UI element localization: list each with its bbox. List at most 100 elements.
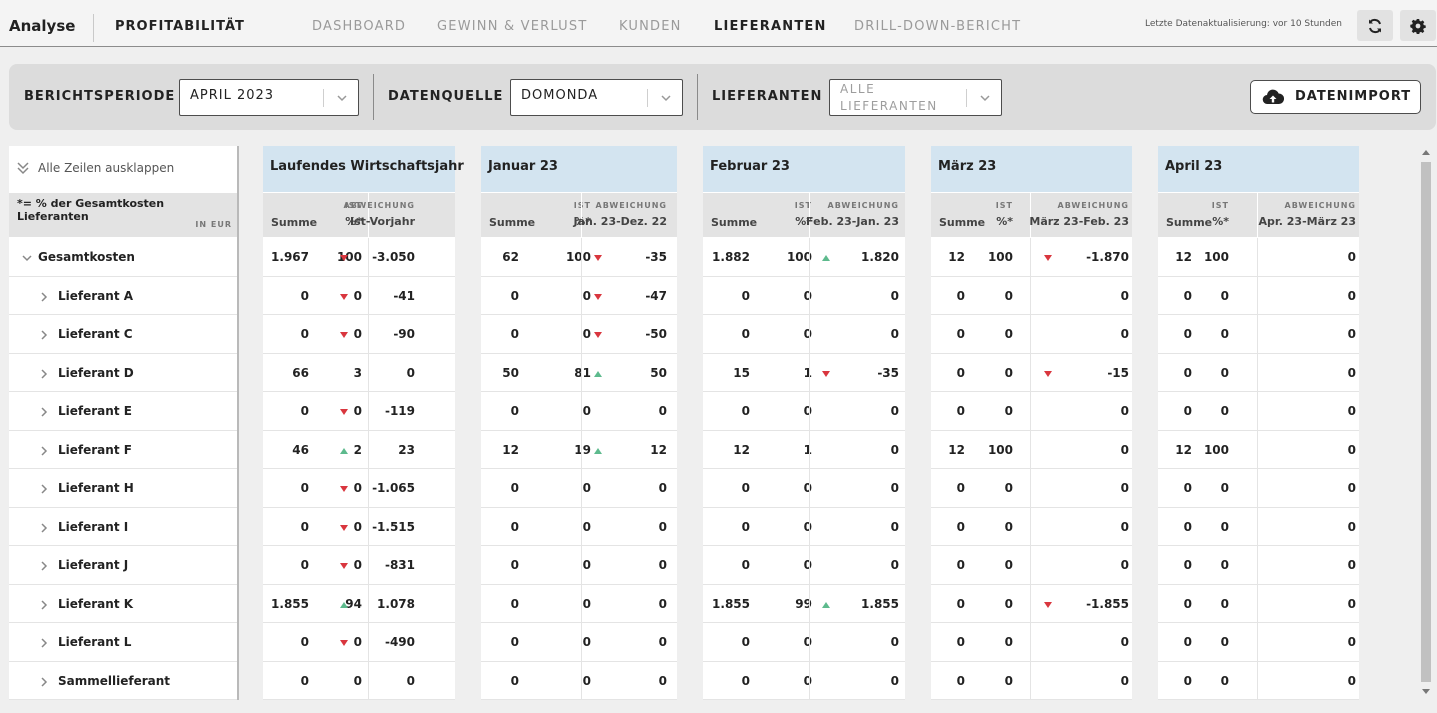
chevron-right-icon	[41, 638, 48, 648]
period-title: Februar 23	[710, 159, 790, 174]
column-divider	[1030, 623, 1031, 661]
row-label-text: Lieferant F	[58, 442, 132, 457]
percent-cell: 0	[1220, 519, 1229, 534]
column-divider	[1030, 392, 1031, 430]
row-label-supplier[interactable]: Lieferant D	[9, 354, 237, 392]
deviation-cell: 0	[658, 673, 667, 688]
deviation-cell: 0	[1347, 404, 1356, 418]
period-header: April 23	[1158, 146, 1359, 193]
deviation-cell: 0	[1120, 673, 1129, 688]
vertical-scrollbar[interactable]	[1418, 146, 1435, 700]
cloud-upload-icon	[1262, 89, 1284, 105]
scroll-up-arrow[interactable]	[1422, 150, 1430, 155]
deviation-cell: 0	[890, 673, 899, 688]
column-divider	[368, 238, 369, 276]
percent-cell: 0	[582, 673, 591, 688]
percent-cell: 0	[1004, 596, 1013, 611]
settings-button[interactable]	[1400, 10, 1436, 41]
deviation-label: ABWEICHUNG	[1057, 201, 1129, 210]
row-label-supplier[interactable]: Lieferant K	[9, 585, 237, 623]
table-row: 0 0 -41	[263, 276, 455, 315]
nav-tab-gewinn-verlust[interactable]: GEWINN & VERLUST	[437, 19, 587, 34]
column-subheader: Summe IST %* ABWEICHUNG Feb. 23-Jan. 23	[703, 193, 905, 237]
percent-cell: 0	[1004, 404, 1013, 418]
column-divider	[581, 469, 582, 507]
row-label-text: Lieferant K	[58, 596, 134, 611]
column-subheader: Summe IST %* ABWEICHUNG Jan. 23-Dez. 22	[481, 193, 677, 237]
sum-cell: 0	[956, 365, 965, 380]
column-divider	[1257, 430, 1258, 469]
sum-cell: 0	[300, 404, 309, 418]
row-label-total[interactable]: Gesamtkosten	[9, 238, 237, 277]
supplier-select[interactable]: ALLE LIEFERANTEN	[829, 79, 1002, 116]
table-row: 0 0 -831	[263, 546, 455, 585]
table-row: 62 100 -35	[481, 238, 677, 277]
trend-down-icon	[822, 370, 830, 377]
source-select[interactable]: DOMONDA	[510, 79, 683, 116]
deviation-period: Apr. 23-März 23	[1258, 215, 1356, 228]
percent-cell: 0	[353, 481, 362, 495]
period-select[interactable]: APRIL 2023	[179, 79, 359, 116]
row-label-supplier[interactable]: Lieferant E	[9, 392, 237, 431]
sum-cell: 0	[1183, 404, 1192, 418]
scroll-thumb[interactable]	[1421, 162, 1431, 682]
percent-cell: 0	[1004, 558, 1013, 572]
app-brand: Analyse	[9, 17, 76, 35]
brand-divider	[93, 14, 94, 42]
deviation-column-header: ABWEICHUNG Feb. 23-Jan. 23	[806, 201, 899, 228]
chevron-right-icon	[41, 330, 48, 340]
row-label-supplier[interactable]: Lieferant I	[9, 508, 237, 546]
trend-down-icon	[340, 486, 348, 492]
column-divider	[368, 661, 369, 700]
row-label-supplier[interactable]: Lieferant C	[9, 315, 237, 354]
scroll-down-arrow[interactable]	[1422, 689, 1430, 694]
period-title: April 23	[1165, 159, 1223, 174]
refresh-button[interactable]	[1357, 10, 1393, 41]
chevron-right-icon	[41, 368, 48, 379]
trend-down-icon	[594, 255, 602, 261]
percent-cell: 1	[803, 442, 812, 457]
nav-tab-kunden[interactable]: KUNDEN	[619, 19, 682, 34]
table-row: 0 0 -1.855	[931, 584, 1132, 623]
nav-tab-dashboard[interactable]: DASHBOARD	[312, 19, 406, 34]
ist-label: IST	[995, 201, 1013, 210]
row-label-supplier[interactable]: Sammellieferant	[9, 662, 237, 700]
percent-cell: 0	[353, 673, 362, 688]
column-divider	[1030, 353, 1031, 392]
column-divider	[809, 392, 810, 430]
percent-cell: 0	[353, 635, 362, 649]
row-label-supplier[interactable]: Lieferant F	[9, 431, 237, 469]
nav-tab-drill-down[interactable]: DRILL-DOWN-BERICHT	[854, 19, 1021, 34]
sum-column-header: Summe	[939, 216, 986, 229]
row-label-supplier[interactable]: Lieferant H	[9, 469, 237, 508]
percent-cell: 0	[353, 558, 362, 572]
sum-cell: 50	[502, 365, 519, 380]
sum-cell: 0	[510, 519, 519, 534]
last-update-text: Letzte Datenaktualisierung: vor 10 Stund…	[1145, 19, 1343, 29]
column-divider	[1257, 276, 1258, 315]
percent-column-header: IST %*	[1199, 201, 1229, 228]
period-label: BERICHTSPERIODE	[24, 89, 176, 104]
nav-tab-lieferanten[interactable]: LIEFERANTEN	[714, 19, 827, 34]
sum-cell: 0	[1183, 327, 1192, 341]
deviation-cell: -35	[645, 250, 667, 264]
row-label-supplier[interactable]: Lieferant J	[9, 546, 237, 585]
expand-all-rows-button[interactable]: Alle Zeilen ausklappen	[9, 146, 237, 193]
sum-cell: 0	[741, 327, 750, 341]
column-divider	[1030, 469, 1031, 507]
currency-unit: IN EUR	[195, 220, 232, 229]
row-label-supplier[interactable]: Lieferant L	[9, 623, 237, 662]
period-group: Februar 23 Summe IST %* ABWEICHUNG Feb. 23-Ja…	[703, 146, 905, 700]
table-row: 0 0 0	[931, 392, 1132, 431]
sum-cell: 0	[956, 596, 965, 611]
data-import-button[interactable]: DATENIMPORT	[1250, 80, 1421, 114]
table-row: 0 0 0	[703, 546, 905, 585]
chevron-down-icon	[22, 255, 32, 262]
table-row: 0 0 0	[481, 507, 677, 546]
module-title[interactable]: PROFITABILITÄT	[115, 19, 245, 34]
sum-cell: 0	[1183, 365, 1192, 380]
column-divider	[1257, 546, 1258, 584]
chevron-right-icon	[41, 445, 48, 456]
row-label-supplier[interactable]: Lieferant A	[9, 277, 237, 315]
column-divider	[368, 276, 369, 315]
